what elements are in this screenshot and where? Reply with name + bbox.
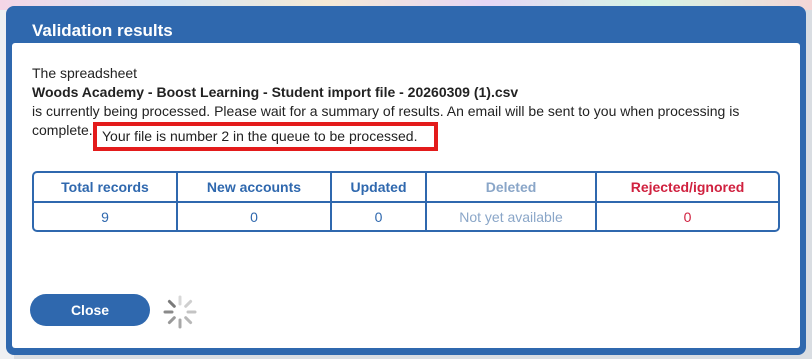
updated-header: Updated	[332, 173, 425, 203]
deleted-value: Not yet available	[459, 208, 563, 225]
total-records-value: 9	[101, 208, 109, 225]
dialog-title: Validation results	[32, 21, 173, 40]
close-button[interactable]: Close	[30, 294, 150, 326]
loading-spinner-icon	[163, 295, 197, 329]
rejected-header: Rejected/ignored	[597, 173, 778, 203]
intro-text: The spreadsheet	[32, 65, 138, 81]
updated-column: Updated 0	[332, 173, 427, 230]
total-records-column: Total records 9	[34, 173, 178, 230]
validation-results-dialog: Validation results The spreadsheet Woods…	[6, 6, 806, 355]
queue-position-message: Your file is number 2 in the queue to be…	[102, 128, 418, 144]
new-accounts-value: 0	[250, 208, 258, 225]
dialog-body: The spreadsheet Woods Academy - Boost Le…	[12, 43, 800, 348]
total-records-header: Total records	[34, 173, 176, 203]
deleted-header: Deleted	[427, 173, 595, 203]
results-summary-table: Total records 9 New accounts 0 Updated 0…	[32, 171, 780, 232]
rejected-column: Rejected/ignored 0	[597, 173, 778, 230]
processing-text-line1: is currently being processed. Please wai…	[32, 103, 740, 119]
deleted-column: Deleted Not yet available	[427, 173, 597, 230]
spreadsheet-filename: Woods Academy - Boost Learning - Student…	[32, 84, 519, 100]
new-accounts-column: New accounts 0	[178, 173, 332, 230]
updated-value: 0	[374, 208, 383, 225]
new-accounts-header: New accounts	[178, 173, 330, 203]
rejected-value: 0	[683, 208, 692, 225]
